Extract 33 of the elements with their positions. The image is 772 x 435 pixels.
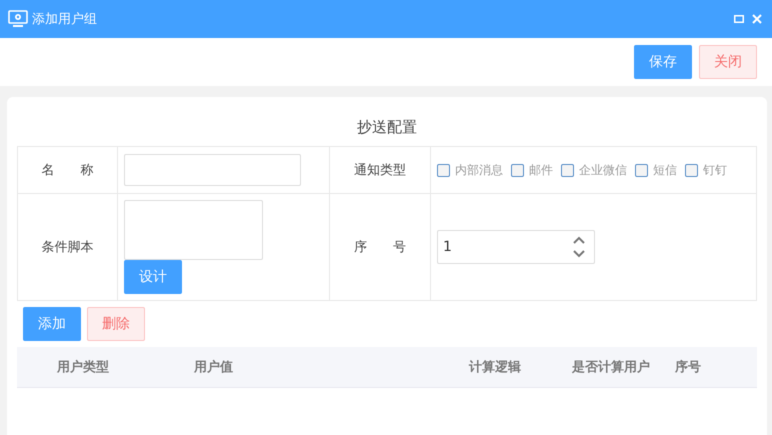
toolbar-button[interactable]: 关闭 [699, 45, 757, 79]
column-header: 序号 [675, 358, 702, 376]
checkbox[interactable] [511, 164, 524, 176]
number-field[interactable]: 1 [437, 230, 595, 264]
column-header: 用户值 [194, 358, 234, 376]
checkbox[interactable] [635, 164, 648, 176]
field-label: 通知类型 [354, 162, 406, 179]
script-field[interactable] [124, 200, 263, 260]
maximize-icon[interactable] [734, 15, 744, 23]
action-button[interactable]: 删除 [87, 307, 145, 341]
checkbox-label: 钉钉 [703, 162, 727, 178]
spinner-icon[interactable] [572, 235, 586, 259]
checkbox[interactable] [437, 164, 450, 176]
checkbox-label: 短信 [653, 162, 677, 178]
toolbar-button[interactable]: 保存 [634, 45, 692, 79]
column-header: 用户类型 [57, 358, 110, 376]
field-label: 序 号 [354, 239, 406, 256]
name-field[interactable] [124, 154, 301, 186]
checkbox-label: 邮件 [529, 162, 553, 178]
checkbox[interactable] [561, 164, 574, 176]
window-title: 添加用户组 [32, 11, 97, 28]
column-header: 是否计算用户 [572, 358, 651, 376]
checkbox[interactable] [685, 164, 698, 176]
checkbox-label: 内部消息 [455, 162, 503, 178]
column-header: 计算逻辑 [469, 359, 522, 376]
field-label: 条件脚本 [42, 239, 94, 256]
form-title: 抄送配置 [356, 117, 418, 138]
design-button[interactable]: 设计 [124, 260, 182, 294]
checkbox-label: 企业微信 [579, 162, 627, 178]
field-label: 名 称 [42, 162, 94, 179]
action-button[interactable]: 添加 [23, 307, 81, 341]
monitor-gear-icon [8, 10, 28, 28]
close-icon[interactable] [752, 14, 762, 24]
